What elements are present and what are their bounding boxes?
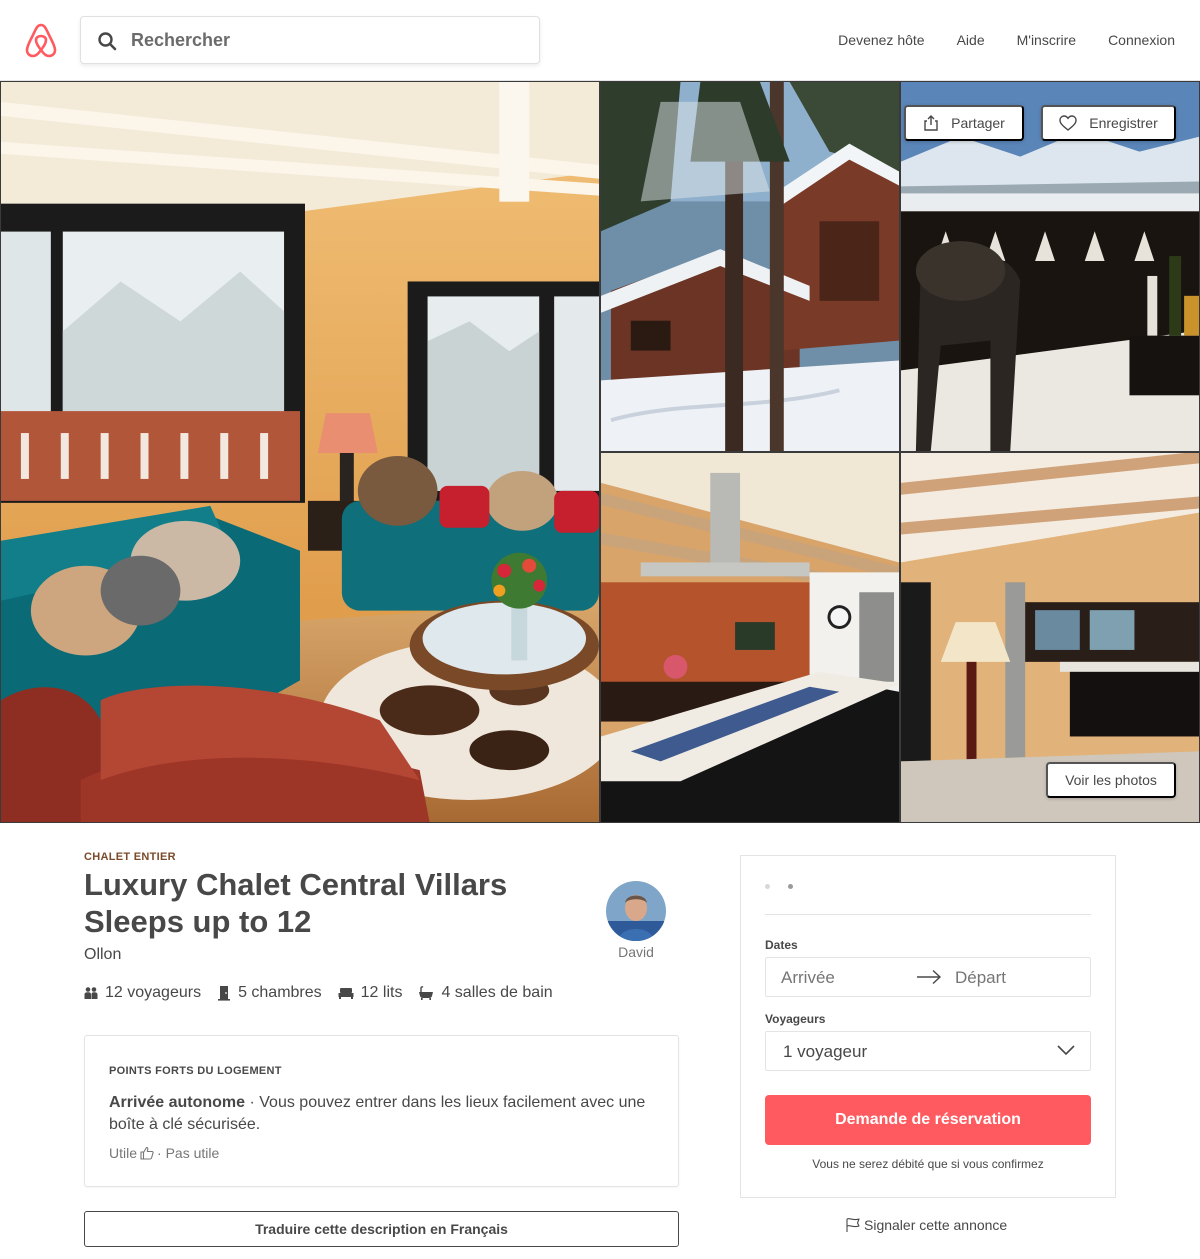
listing-location[interactable]: Ollon — [84, 946, 121, 964]
search-bar[interactable] — [80, 16, 540, 64]
nav-become-host[interactable]: Devenez hôte — [822, 32, 940, 48]
listing-type: CHALET ENTIER — [84, 851, 176, 863]
door-icon — [218, 986, 231, 1001]
highlights-title: POINTS FORTS DU LOGEMENT — [109, 1065, 282, 1077]
translate-button[interactable]: Traduire cette description en Français — [84, 1211, 679, 1247]
dot — [788, 884, 793, 889]
checkout-field[interactable]: Départ — [955, 968, 1006, 988]
share-icon — [924, 115, 938, 131]
host-name: David — [618, 944, 654, 960]
arrow-right-icon — [917, 969, 942, 985]
nav-help[interactable]: Aide — [941, 32, 1001, 48]
checkin-field[interactable]: Arrivée — [781, 968, 835, 988]
view-photos-button[interactable]: Voir les photos — [1046, 762, 1176, 798]
listing-title: Luxury Chalet Central Villars Sleeps up … — [84, 867, 508, 939]
host-profile[interactable]: David — [606, 881, 666, 960]
report-listing-link[interactable]: Signaler cette annonce — [845, 1217, 1007, 1233]
thumbs-up-icon[interactable] — [140, 1146, 154, 1160]
highlights-card: POINTS FORTS DU LOGEMENT Arrivée autonom… — [84, 1035, 679, 1187]
booking-panel: Dates Arrivée Départ Voyageurs 1 voyageu… — [740, 855, 1116, 1198]
amenity-baths: 4 salles de bain — [418, 984, 553, 1002]
divider — [765, 914, 1091, 915]
nav-signup[interactable]: M'inscrire — [1001, 32, 1092, 48]
guests-label: Voyageurs — [765, 1012, 826, 1026]
reserve-button[interactable]: Demande de réservation — [765, 1095, 1091, 1145]
top-header: Devenez hôte Aide M'inscrire Connexion — [0, 0, 1200, 81]
bathtub-icon — [419, 986, 434, 1000]
chevron-down-icon — [1057, 1045, 1075, 1056]
heart-icon — [1059, 115, 1077, 131]
share-button[interactable]: Partager — [904, 105, 1024, 141]
amenity-beds: 12 lits — [338, 984, 402, 1002]
share-label: Partager — [951, 115, 1005, 131]
dot — [765, 884, 770, 889]
bed-icon — [338, 988, 354, 999]
highlight-item: Arrivée autonome · Vous pouvez entrer da… — [109, 1092, 659, 1136]
not-useful-link[interactable]: · Pas utile — [157, 1145, 219, 1161]
loading-dots — [765, 884, 811, 889]
dates-picker[interactable]: Arrivée Départ — [765, 957, 1091, 997]
dates-label: Dates — [765, 938, 798, 952]
useful-link[interactable]: Utile — [109, 1145, 137, 1161]
guests-select[interactable]: 1 voyageur — [765, 1031, 1091, 1071]
highlight-feedback: Utile · Pas utile — [109, 1145, 219, 1161]
photo-living-room[interactable] — [0, 81, 600, 823]
charge-note: Vous ne serez débité que si vous confirm… — [812, 1157, 1044, 1171]
photo-gallery: Partager Enregistrer Voir les photos — [0, 81, 1200, 823]
photo-chalet-exterior[interactable] — [600, 81, 900, 452]
amenities-summary: 12 voyageurs 5 chambres 12 lits 4 salles… — [84, 984, 569, 1002]
top-nav: Devenez hôte Aide M'inscrire Connexion — [822, 0, 1200, 80]
save-label: Enregistrer — [1089, 115, 1158, 131]
save-button[interactable]: Enregistrer — [1041, 105, 1176, 141]
amenity-guests: 12 voyageurs — [84, 984, 201, 1002]
host-avatar[interactable] — [606, 881, 666, 941]
guests-icon — [84, 987, 98, 999]
airbnb-logo-icon[interactable] — [24, 22, 58, 58]
search-icon — [98, 32, 117, 51]
highlight-item-title: Arrivée autonome — [109, 1094, 246, 1111]
amenity-bedrooms: 5 chambres — [217, 984, 322, 1002]
guests-value: 1 voyageur — [783, 1042, 868, 1061]
photo-kitchen[interactable] — [600, 452, 900, 823]
flag-icon — [846, 1218, 860, 1232]
highlight-separator: · — [245, 1094, 260, 1111]
search-input[interactable] — [131, 17, 521, 63]
nav-login[interactable]: Connexion — [1092, 32, 1200, 48]
